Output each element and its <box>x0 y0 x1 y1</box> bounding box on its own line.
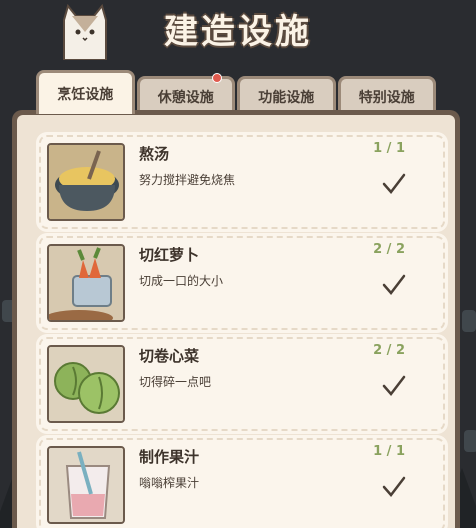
carrot-bucket-icon <box>47 244 125 322</box>
item-description: 切成一口的大小 <box>139 274 224 288</box>
check-icon <box>382 375 406 396</box>
list-item[interactable]: 切红萝卜 切成一口的大小 2 / 2 <box>39 236 445 330</box>
list-item[interactable]: 切卷心菜 切得碎一点吧 2 / 2 <box>39 337 445 431</box>
tab-label: 功能设施 <box>258 89 315 106</box>
cabbage-icon <box>47 345 125 423</box>
page-title: 建造设施 <box>164 12 312 52</box>
item-description: 努力搅拌避免烧焦 <box>139 173 236 187</box>
item-count: 1 / 1 <box>373 444 405 459</box>
item-name: 切卷心菜 <box>139 347 200 365</box>
item-count: 2 / 2 <box>373 242 405 257</box>
tab-label: 烹饪设施 <box>57 86 114 103</box>
check-icon <box>382 274 406 295</box>
tab-function[interactable]: 功能设施 <box>237 76 336 114</box>
list-item[interactable]: 制作果汁 嗡嗡榨果汁 1 / 1 <box>39 438 445 528</box>
lantern-decor <box>464 430 476 452</box>
facility-panel: 熬汤 努力搅拌避免烧焦 1 / 1 切红萝卜 切成一口的大小 2 / 2 切卷心… <box>12 110 460 528</box>
item-description: 嗡嗡榨果汁 <box>139 476 200 490</box>
item-count: 1 / 1 <box>373 141 405 156</box>
item-name: 制作果汁 <box>139 448 200 466</box>
juice-glass-icon <box>47 446 125 524</box>
notification-dot <box>212 73 222 83</box>
tab-special[interactable]: 特别设施 <box>337 76 436 114</box>
check-icon <box>382 173 406 194</box>
tab-rest[interactable]: 休憩设施 <box>136 73 235 114</box>
check-icon <box>382 476 406 497</box>
facility-list[interactable]: 熬汤 努力搅拌避免烧焦 1 / 1 切红萝卜 切成一口的大小 2 / 2 切卷心… <box>17 115 455 528</box>
soup-pot-icon <box>47 143 125 221</box>
item-description: 切得碎一点吧 <box>139 375 212 389</box>
item-name: 切红萝卜 <box>139 246 200 264</box>
list-item[interactable]: 熬汤 努力搅拌避免烧焦 1 / 1 <box>39 135 445 229</box>
tab-label: 休憩设施 <box>157 89 214 106</box>
item-count: 2 / 2 <box>373 343 405 358</box>
tab-label: 特别设施 <box>358 89 415 106</box>
category-tabs: 烹饪设施 休憩设施 功能设施 特别设施 <box>36 70 436 114</box>
tab-cooking[interactable]: 烹饪设施 <box>36 70 135 114</box>
item-name: 熬汤 <box>139 145 170 163</box>
lantern-decor <box>462 310 476 332</box>
